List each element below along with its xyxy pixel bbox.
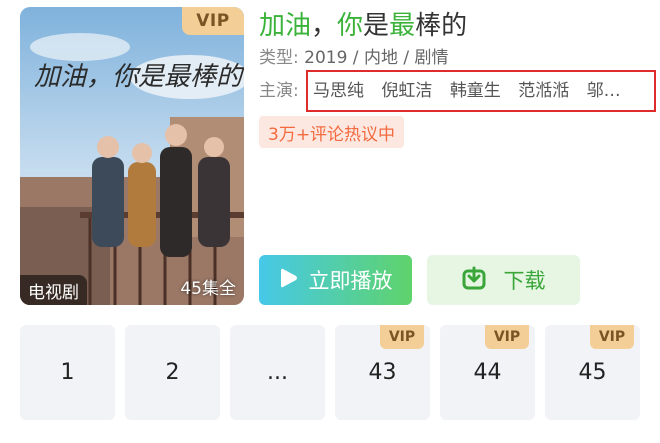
cast-member[interactable]: 邬… — [587, 81, 621, 101]
episode-number: 45 — [578, 360, 607, 385]
cast-list[interactable]: 马思纯 倪虹洁 韩童生 范湉湉 邬… — [313, 79, 643, 103]
play-icon — [279, 267, 299, 294]
vip-badge: VIP — [182, 7, 244, 35]
title-part: ， — [311, 11, 338, 41]
episode-button[interactable]: 44 VIP — [440, 325, 535, 420]
genre-info: 类型: 2019 / 内地 / 剧情 — [259, 46, 448, 70]
episode-vip-badge: VIP — [380, 325, 424, 349]
download-icon — [462, 266, 486, 295]
episode-number: 1 — [60, 360, 75, 385]
episode-button[interactable]: 43 VIP — [335, 325, 430, 420]
cast-member[interactable]: 范湉湉 — [518, 81, 569, 101]
episode-button[interactable]: 45 VIP — [545, 325, 640, 420]
title-part: 加油 — [259, 11, 312, 41]
cast-member[interactable]: 马思纯 — [313, 81, 364, 101]
poster-calligraphy-line1: 加油，你是最棒的 — [34, 62, 244, 92]
poster-image: 加油，你是最棒的 — [20, 7, 244, 305]
episode-button[interactable]: 2 — [125, 325, 220, 420]
episode-vip-badge: VIP — [590, 325, 634, 349]
episode-number: 2 — [165, 360, 180, 385]
title-part: 是 — [363, 11, 390, 41]
comment-hot-tag: 3万+评论热议中 — [259, 116, 405, 148]
episode-number: 44 — [473, 360, 502, 385]
episode-selector: 1 2 ... 43 VIP 44 VIP 45 VIP — [20, 325, 640, 420]
episode-button[interactable]: ... — [230, 325, 325, 420]
title-part: 最 — [389, 11, 416, 41]
download-label: 下载 — [503, 269, 546, 293]
cast-member[interactable]: 韩童生 — [450, 81, 501, 101]
episode-number: 43 — [368, 360, 397, 385]
download-button[interactable]: 下载 — [427, 255, 580, 305]
cast-label: 主演: — [259, 81, 299, 101]
episode-button[interactable]: 1 — [20, 325, 115, 420]
drama-poster[interactable]: 加油，你是最棒的 VIP 电视剧 45集全 — [20, 7, 244, 305]
type-tag: 电视剧 — [20, 275, 87, 305]
episode-vip-badge: VIP — [485, 325, 529, 349]
drama-title: 加油，你是最棒的 — [259, 9, 467, 43]
episode-number: ... — [267, 360, 288, 385]
title-part: 你 — [337, 11, 364, 41]
episode-count-tag: 45集全 — [180, 279, 236, 299]
genre-value: 2019 / 内地 / 剧情 — [304, 48, 449, 68]
play-now-button[interactable]: 立即播放 — [259, 255, 412, 305]
cast-member[interactable]: 倪虹洁 — [381, 81, 432, 101]
genre-label: 类型: — [259, 48, 299, 68]
play-now-label: 立即播放 — [308, 269, 393, 293]
title-part: 棒的 — [415, 11, 468, 41]
